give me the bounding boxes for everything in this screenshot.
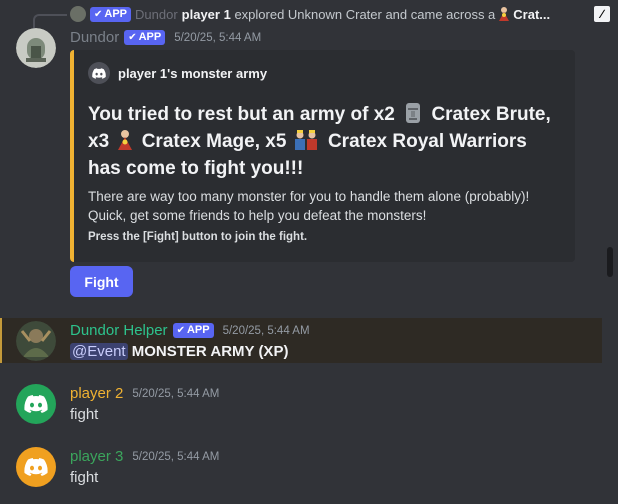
message-body: fight (70, 469, 99, 486)
timestamp[interactable]: 5/20/25, 5:44 AM (223, 325, 310, 337)
reply-text: player 1 explored Unknown Crater and cam… (182, 7, 496, 22)
moai-emoji-icon (406, 103, 421, 123)
embed-title: You tried to rest but an army of x2 Crat… (88, 103, 551, 179)
embed-author: player 1's monster army (88, 62, 267, 84)
scrollbar-thumb[interactable] (607, 247, 613, 277)
reply-trailing: Crat... (513, 6, 551, 22)
monster-army-embed: player 1's monster army You tried to res… (70, 50, 575, 262)
role-mention[interactable]: @Event (70, 343, 128, 360)
embed-author-name: player 1's monster army (118, 65, 268, 81)
discord-icon (24, 395, 48, 413)
mage-emoji-icon (499, 7, 510, 21)
app-badge: ✔ APP (124, 30, 166, 45)
app-badge: ✔ APP (172, 323, 214, 338)
check-icon: ✔ (176, 325, 185, 336)
message-bold-text: MONSTER ARMY (XP) (131, 343, 289, 360)
author-name[interactable]: player 2 (70, 385, 123, 402)
check-icon: ✔ (128, 32, 137, 43)
check-icon: ✔ (94, 8, 103, 20)
mage-emoji-icon (118, 130, 133, 150)
fight-button[interactable]: Fight (70, 266, 133, 297)
reply-bold-name: player 1 (181, 6, 231, 22)
author-name[interactable]: player 3 (70, 448, 123, 465)
reply-preview[interactable]: ✔ APP Dundor player 1 explored Unknown Cr… (70, 6, 610, 22)
message-body: @Event MONSTER ARMY (XP) (70, 343, 288, 360)
app-badge: ✔ APP (90, 6, 132, 22)
timestamp[interactable]: 5/20/25, 5:44 AM (174, 32, 261, 44)
edit-icon[interactable]: ∕ (594, 6, 610, 22)
timestamp[interactable]: 5/20/25, 5:44 AM (132, 451, 219, 463)
royal-warriors-emoji-icon (294, 130, 317, 150)
dundor-avatar[interactable] (16, 28, 56, 68)
player2-avatar[interactable] (16, 384, 56, 424)
dundor-helper-avatar[interactable] (16, 321, 56, 361)
discord-icon (24, 458, 48, 476)
author-name[interactable]: Dundor Helper (70, 322, 168, 339)
message-body: fight (70, 406, 99, 423)
player3-avatar[interactable] (16, 447, 56, 487)
reply-body: explored Unknown Crater and came across … (234, 6, 496, 22)
reply-avatar (70, 6, 86, 22)
reply-author[interactable]: Dundor (135, 7, 178, 22)
author-name[interactable]: Dundor (70, 29, 119, 46)
timestamp[interactable]: 5/20/25, 5:44 AM (132, 388, 219, 400)
embed-description: There are way too many monster for you t… (88, 189, 530, 223)
embed-footer-note: Press the [Fight] button to join the fig… (88, 231, 308, 243)
discord-icon (88, 62, 110, 84)
